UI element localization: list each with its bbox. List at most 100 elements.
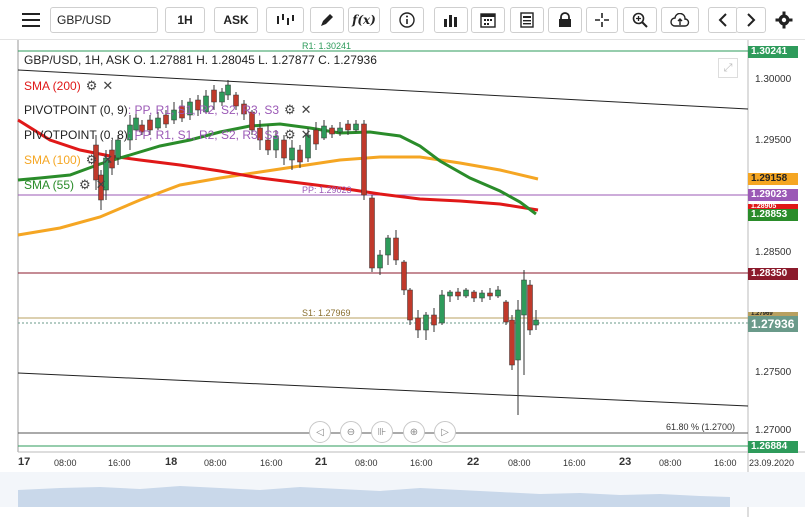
timeframe-select[interactable]: 1H (165, 7, 205, 33)
pp-label: PP: 1.29023 (302, 185, 352, 195)
candle-body (337, 127, 343, 133)
nav-forward-button[interactable]: ▷ (434, 421, 456, 443)
lock-icon (559, 12, 571, 27)
scroll-left-button[interactable] (708, 7, 738, 33)
info-icon (399, 12, 415, 28)
calendar-icon (480, 13, 496, 28)
gear-icon[interactable]: ⚙ (284, 127, 296, 143)
expand-icon[interactable]: ⤢ (718, 58, 738, 78)
menu-button[interactable] (14, 7, 48, 33)
close-icon[interactable]: ✕ (301, 102, 312, 118)
instrument-info: GBP/USD, 1H, ASK O. 1.27881 H. 1.28045 L… (24, 53, 377, 67)
upload-button[interactable] (661, 7, 699, 33)
symbol-value: GBP/USD (57, 13, 112, 27)
legend-pivot1-levels: : PP, R1, S1, R2, S2, R3, S3 (127, 103, 280, 117)
lower-channel-line (17, 372, 749, 407)
zoom-in-icon: ⊕ (409, 426, 419, 438)
volume-button[interactable] (434, 7, 468, 33)
candle-body (329, 127, 335, 135)
candle-body (211, 89, 217, 103)
candle-body (369, 197, 375, 269)
price-label-sma100: 1.29158 (748, 173, 798, 185)
x-tick: 08:00 (659, 458, 682, 468)
legend-pivot2-label: PIVOTPOINT (0, 8) (24, 128, 128, 142)
close-icon[interactable]: ✕ (102, 78, 113, 94)
lock-button[interactable] (548, 7, 582, 33)
gear-icon[interactable]: ⚙ (284, 102, 296, 118)
nav-zoom-in-button[interactable]: ⊕ (403, 421, 425, 443)
close-icon[interactable]: ✕ (301, 127, 312, 143)
candle-body (321, 125, 327, 139)
nav-zoom-out-button[interactable]: ⊖ (340, 421, 362, 443)
price-side-value: ASK (223, 13, 249, 27)
candle-body (345, 123, 351, 131)
candle-body (415, 317, 421, 331)
y-tick: 1.29500 (755, 135, 792, 146)
zoom-icon (632, 12, 648, 28)
nav-back-button[interactable]: ◁ (309, 421, 331, 443)
candle-body (401, 261, 407, 291)
candle-body (377, 254, 383, 269)
candle-body (515, 309, 521, 361)
candle-body (455, 291, 461, 297)
candle-body (463, 289, 469, 297)
crosshair-button[interactable] (586, 7, 618, 33)
calendar-button[interactable] (471, 7, 505, 33)
cloud-upload-icon (670, 13, 690, 27)
price-side-select[interactable]: ASK (214, 7, 258, 33)
legend-pivot2[interactable]: PIVOTPOINT (0, 8): PP, R1, S1, R2, S2, R… (24, 127, 312, 143)
legend-pivot1[interactable]: PIVOTPOINT (0, 9): PP, R1, S1, R2, S2, R… (24, 102, 312, 118)
scroll-right-button[interactable] (736, 7, 766, 33)
candle-body (361, 123, 367, 196)
close-icon[interactable]: ✕ (96, 177, 107, 193)
s1-label: S1: 1.27969 (302, 308, 351, 318)
candle-body (503, 301, 509, 323)
draw-tool-button[interactable] (310, 7, 344, 33)
x-tick: 08:00 (355, 458, 378, 468)
x-tick: 16:00 (108, 458, 131, 468)
candle-body (393, 237, 399, 261)
candle-body (289, 147, 295, 161)
candle-body (533, 319, 539, 326)
legend-sma200[interactable]: SMA (200) ⚙ ✕ (24, 78, 113, 94)
gear-icon[interactable]: ⚙ (79, 177, 91, 193)
zoom-out-icon: ⊖ (346, 426, 356, 438)
info-button[interactable] (390, 7, 424, 33)
legend-sma55[interactable]: SMA (55) ⚙ ✕ (24, 177, 107, 193)
x-tick: 16:00 (714, 458, 737, 468)
candlestick-icon (277, 14, 294, 25)
close-icon[interactable]: ✕ (102, 152, 113, 168)
hamburger-icon (22, 13, 40, 27)
fit-icon: ⊪ (377, 426, 387, 438)
indicators-button[interactable]: f(x) (348, 7, 380, 33)
toolbar: GBP/USD 1H ASK f(x) (0, 0, 805, 40)
symbol-select[interactable]: GBP/USD (50, 7, 158, 33)
candle-body (313, 129, 319, 145)
candle-body (447, 291, 453, 297)
candle-body (527, 284, 533, 331)
candle-body (423, 314, 429, 331)
chart-area[interactable]: GBP/USD, 1H, ASK O. 1.27881 H. 1.28045 L… (0, 40, 805, 517)
news-button[interactable] (510, 7, 544, 33)
chart-type-button[interactable] (266, 7, 304, 33)
x-tick: 16:00 (563, 458, 586, 468)
x-tick: 08:00 (508, 458, 531, 468)
candle-body (385, 237, 391, 256)
navigator-strip[interactable] (0, 472, 805, 507)
legend-sma55-label: SMA (55) (24, 178, 75, 192)
zoom-button[interactable] (623, 7, 657, 33)
pencil-icon (321, 14, 333, 26)
candle-body (407, 289, 413, 321)
candle-body (225, 84, 231, 96)
candle-body (353, 123, 359, 131)
x-tick: 22 (467, 456, 480, 468)
settings-button[interactable] (770, 7, 798, 33)
gear-icon[interactable]: ⚙ (86, 78, 98, 94)
candle-body (431, 314, 437, 326)
nav-fit-button[interactable]: ⊪ (371, 421, 393, 443)
chevron-right-icon (747, 13, 756, 27)
crosshair-icon (595, 13, 609, 27)
candle-body (487, 292, 493, 297)
gear-icon[interactable]: ⚙ (86, 152, 98, 168)
legend-sma100[interactable]: SMA (100) ⚙ ✕ (24, 152, 113, 168)
